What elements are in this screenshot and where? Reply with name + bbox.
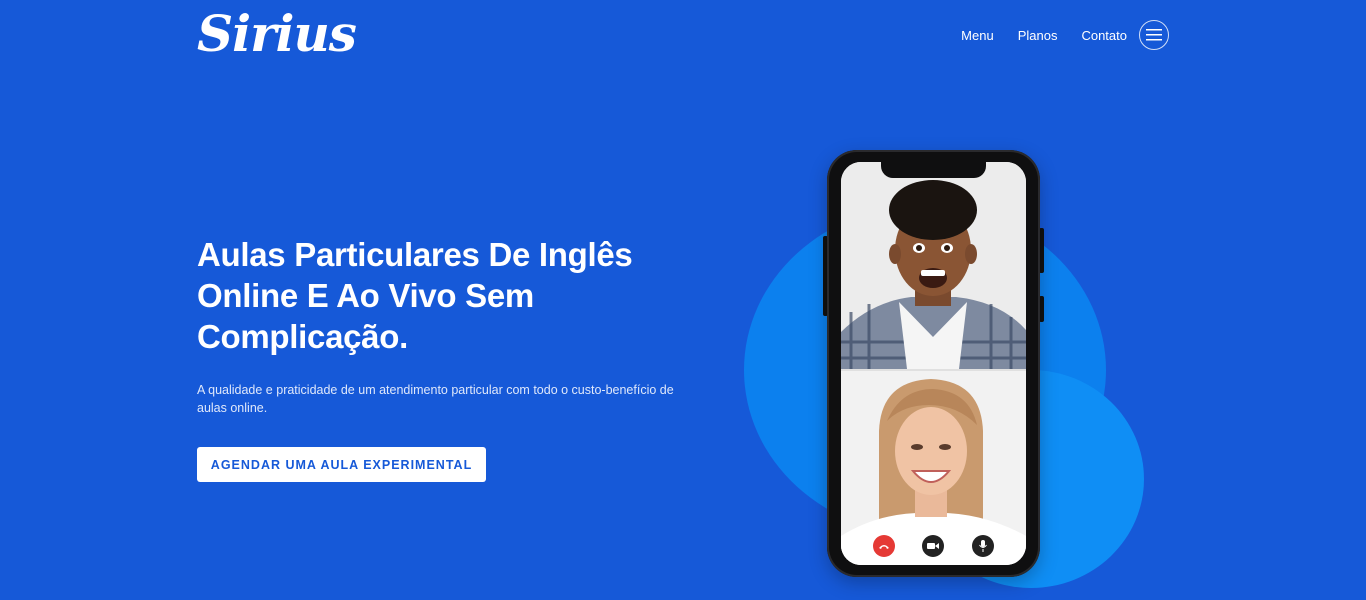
video-camera-icon: [927, 543, 940, 549]
hamburger-icon: [1146, 29, 1162, 41]
video-feed-woman: [841, 369, 1026, 565]
brand-logo[interactable]: Sirius: [197, 6, 357, 62]
man-portrait: [841, 162, 1026, 369]
schedule-trial-button[interactable]: AGENDAR UMA AULA EXPERIMENTAL: [197, 447, 486, 482]
phone-screen: [841, 162, 1026, 565]
call-controls: [841, 533, 1026, 559]
menu-toggle-button[interactable]: [1139, 20, 1169, 50]
phone-notch: [881, 160, 986, 178]
nav-item-menu[interactable]: Menu: [961, 28, 994, 43]
nav-item-planos[interactable]: Planos: [1018, 28, 1058, 43]
video-toggle-button[interactable]: [922, 535, 945, 557]
hero-title: Aulas Particulares De Inglês Online E Ao…: [197, 236, 633, 355]
video-feed-man: [841, 162, 1026, 369]
nav-item-contato[interactable]: Contato: [1081, 28, 1127, 43]
hang-up-icon: [878, 545, 889, 549]
microphone-icon: [979, 540, 988, 552]
hang-up-button[interactable]: [872, 535, 895, 557]
mute-toggle-button[interactable]: [972, 535, 995, 557]
hero-subtitle: A qualidade e praticidade de um atendime…: [197, 383, 674, 415]
main-nav: Menu Planos Contato: [961, 20, 1169, 50]
